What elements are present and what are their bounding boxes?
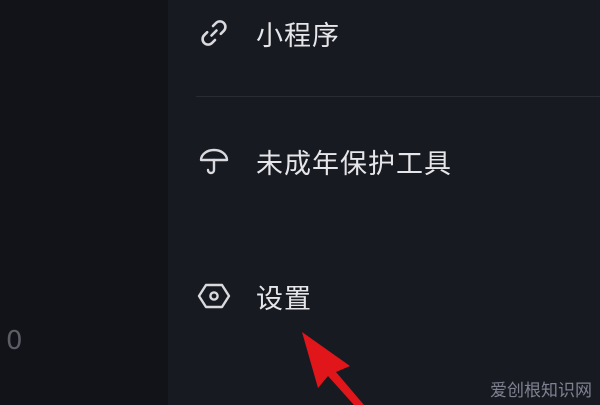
menu-item-mini-programs[interactable]: 小程序 [196, 9, 576, 57]
menu-panel: 小程序 未成年保护工具 设置 [168, 0, 600, 405]
menu-item-label: 小程序 [256, 20, 340, 52]
watermark: 爱创根知识网 [490, 381, 592, 401]
link-icon [196, 15, 232, 51]
hexagon-icon [196, 278, 232, 314]
menu-divider [196, 96, 600, 97]
menu-item-label: 未成年保护工具 [256, 148, 452, 180]
pointer-arrow-icon [302, 332, 364, 405]
left-pane: 0 [0, 0, 168, 405]
left-count-text: 0 [6, 326, 23, 356]
menu-item-settings[interactable]: 设置 [196, 272, 576, 320]
menu-item-minor-protection[interactable]: 未成年保护工具 [196, 137, 576, 185]
umbrella-icon [196, 143, 232, 179]
menu-item-label: 设置 [256, 283, 312, 315]
